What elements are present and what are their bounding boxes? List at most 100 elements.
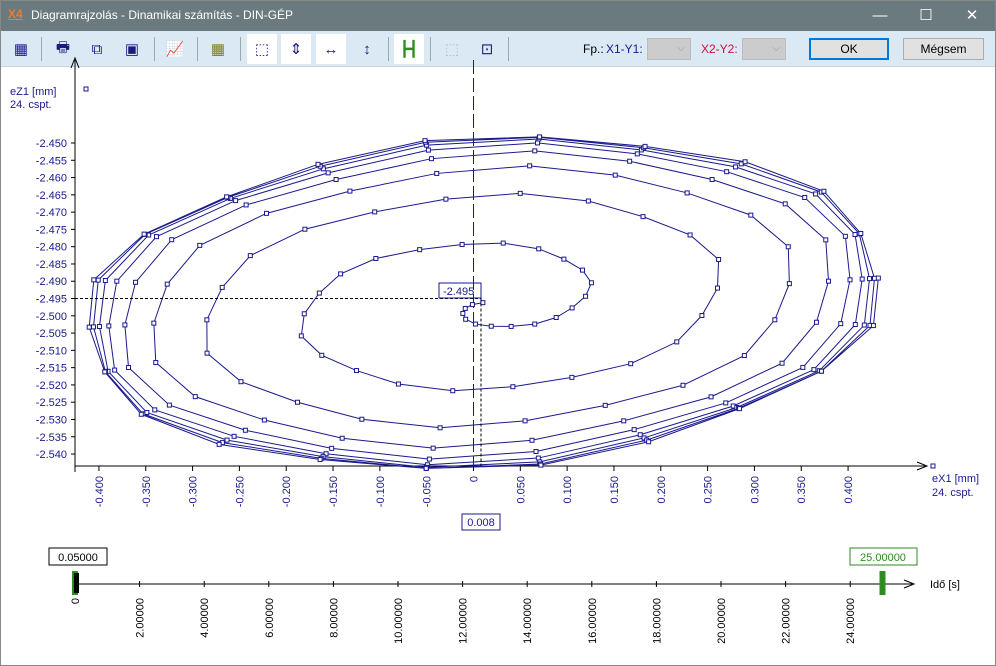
data-point <box>716 257 722 263</box>
data-point <box>621 418 627 424</box>
y-label-marker <box>83 86 89 92</box>
data-point <box>536 246 542 252</box>
data-point <box>96 324 102 330</box>
data-point <box>532 148 538 154</box>
data-point <box>126 365 132 371</box>
timeline-tick-label: 4.00000 <box>199 598 211 638</box>
data-point <box>95 277 101 283</box>
data-point <box>294 399 300 405</box>
data-point <box>141 231 147 237</box>
data-point <box>443 196 449 202</box>
data-point <box>112 367 118 373</box>
data-point <box>628 361 634 367</box>
timeline-end-handle[interactable] <box>879 571 886 595</box>
y-tick-label: -2.490 <box>36 276 67 288</box>
data-point <box>319 352 325 358</box>
timeline-label: Idő [s] <box>930 579 960 591</box>
y-tick-label: -2.480 <box>36 242 67 254</box>
data-point <box>233 198 239 204</box>
data-point <box>138 411 144 417</box>
data-point <box>537 134 543 140</box>
data-point <box>242 427 248 433</box>
x-tick-label: -0.100 <box>375 476 387 507</box>
y-tick-label: -2.475 <box>36 224 67 236</box>
data-point <box>687 232 693 238</box>
x-tick-label: 0.200 <box>656 476 668 504</box>
data-point <box>347 188 353 194</box>
data-point <box>316 290 322 296</box>
data-point <box>813 319 819 325</box>
data-point <box>333 177 339 183</box>
data-point <box>169 237 175 243</box>
y-tick-label: -2.500 <box>36 311 67 323</box>
data-point <box>102 369 108 375</box>
data-point <box>779 360 785 366</box>
data-point <box>359 416 365 422</box>
y-tick-label: -2.455 <box>36 155 67 167</box>
data-point <box>733 164 739 170</box>
data-point <box>533 449 539 455</box>
phase-plot[interactable]: -2.450 -2.455 -2.460 -2.465 -2.470 -2.475 -2.4… <box>0 0 996 666</box>
data-point <box>339 435 345 441</box>
data-point <box>532 321 538 327</box>
data-point <box>450 388 456 394</box>
data-point <box>741 353 747 359</box>
timeline-tick-label: 14.00000 <box>522 598 534 644</box>
cursor-x-value: 0.008 <box>467 517 495 529</box>
y-tick-label: -2.485 <box>36 259 67 271</box>
data-point <box>842 233 848 239</box>
data-point <box>517 190 523 196</box>
y-tick-label: -2.470 <box>36 207 67 219</box>
data-point <box>469 302 475 308</box>
data-point <box>510 384 516 390</box>
data-point <box>231 433 237 439</box>
x-tick-label: -0.300 <box>188 476 200 507</box>
data-point <box>534 140 540 146</box>
data-point <box>152 407 158 413</box>
data-point <box>460 310 466 316</box>
data-point <box>569 305 575 311</box>
x-tick-label: 0.150 <box>609 476 621 504</box>
data-point <box>838 321 844 327</box>
timeline-tick-label: 6.00000 <box>264 598 276 638</box>
timeline-tick-label: 8.00000 <box>328 598 340 638</box>
data-point <box>818 368 824 374</box>
x-tick-label: -0.150 <box>328 476 340 507</box>
data-point <box>748 212 754 218</box>
x-tick-label: 0.050 <box>515 476 527 504</box>
data-point <box>709 177 715 183</box>
data-point <box>86 324 92 330</box>
data-point <box>204 317 210 323</box>
x-tick-label: -0.400 <box>94 476 106 507</box>
data-point <box>737 406 743 412</box>
data-point <box>786 281 792 287</box>
cursor-y-value: -2.495 <box>443 286 474 298</box>
data-point <box>579 267 585 273</box>
data-point <box>434 170 440 176</box>
data-point <box>106 323 112 329</box>
data-point <box>426 456 432 462</box>
data-point <box>859 276 865 282</box>
data-point <box>488 323 494 329</box>
data-point <box>821 188 827 194</box>
y-tick-label: -2.505 <box>36 328 67 340</box>
data-point <box>395 381 401 387</box>
x-tick-label: -0.200 <box>281 476 293 507</box>
x-tick-label: 0.250 <box>703 476 715 504</box>
data-point <box>216 441 222 447</box>
data-point <box>372 209 378 215</box>
data-point <box>224 437 230 443</box>
data-point <box>122 322 128 328</box>
data-point <box>674 339 680 345</box>
data-point <box>852 232 858 238</box>
end-value: 25.00000 <box>860 552 906 564</box>
data-point <box>463 316 469 322</box>
data-point <box>302 226 308 232</box>
data-point <box>612 172 618 178</box>
data-point <box>417 247 423 253</box>
start-value: 0.05000 <box>58 552 98 564</box>
data-point <box>847 277 853 283</box>
data-point <box>508 323 514 329</box>
data-point <box>646 439 652 445</box>
data-point <box>813 191 819 197</box>
